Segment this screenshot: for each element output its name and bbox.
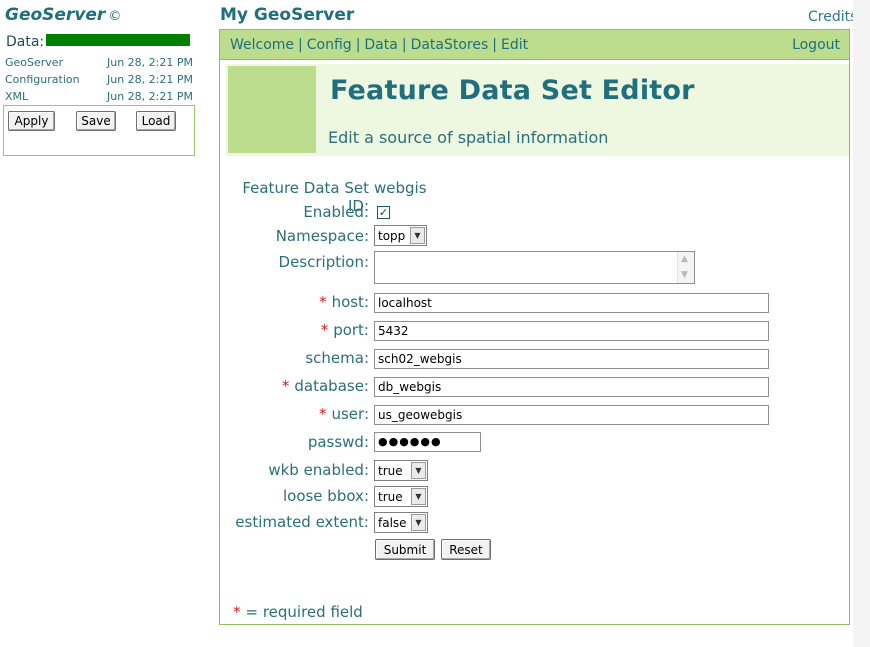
brand-mark-icon: © <box>108 9 122 24</box>
brand-logo[interactable]: GeoServer © <box>5 5 121 25</box>
credits-link[interactable]: Credits <box>808 9 857 25</box>
scroll-down-icon: ▼ <box>681 270 688 280</box>
load-button[interactable]: Load <box>136 111 176 131</box>
brand-name: GeoServer <box>5 5 106 25</box>
submit-button[interactable]: Submit <box>375 539 435 560</box>
enabled-label: Enabled: <box>303 203 369 221</box>
wkb-enabled-value: true <box>378 464 403 478</box>
host-label-text: host: <box>331 293 369 311</box>
nav-edit[interactable]: Edit <box>501 37 528 53</box>
data-status-bar <box>46 34 190 46</box>
nav-data[interactable]: Data <box>364 37 397 53</box>
apply-button[interactable]: Apply <box>8 111 55 131</box>
user-input[interactable]: us_geowebgis <box>374 405 769 425</box>
namespace-value: topp <box>378 229 406 243</box>
description-textarea[interactable]: ▲ ▼ <box>374 251 695 284</box>
save-button[interactable]: Save <box>76 111 116 131</box>
nav-welcome[interactable]: Welcome <box>230 37 294 53</box>
nav-separator: | <box>355 37 361 53</box>
logout-link[interactable]: Logout <box>792 37 840 53</box>
editor-title: Feature Data Set Editor <box>330 75 695 106</box>
description-scrollbar[interactable]: ▲ ▼ <box>677 252 694 283</box>
required-asterisk: * <box>233 603 241 621</box>
page-scrollbar[interactable] <box>853 0 870 647</box>
user-label-text: user: <box>331 405 369 423</box>
wkb-enabled-select[interactable]: true ▼ <box>374 460 428 481</box>
schema-input[interactable]: sch02_webgis <box>374 349 769 369</box>
status-name: Configuration <box>5 73 80 86</box>
nav-separator: | <box>492 37 498 53</box>
chevron-down-icon: ▼ <box>411 462 426 479</box>
enabled-checkbox[interactable]: ✓ <box>377 206 390 219</box>
host-label: * host: <box>220 293 369 311</box>
namespace-select[interactable]: topp ▼ <box>374 225 427 246</box>
database-label: * database: <box>220 377 369 395</box>
estimated-extent-select[interactable]: false ▼ <box>374 512 428 533</box>
status-name: XML <box>5 90 29 103</box>
editor-subtitle: Edit a source of spatial information <box>328 128 609 147</box>
loose-bbox-label: loose bbox: <box>282 487 369 505</box>
status-name: GeoServer <box>5 56 64 69</box>
user-label: * user: <box>220 405 369 423</box>
required-field-note: * = required field <box>233 603 363 621</box>
port-input[interactable]: 5432 <box>374 321 769 341</box>
required-asterisk: * <box>281 377 290 395</box>
check-icon: ✓ <box>378 206 389 219</box>
required-asterisk: * <box>319 293 327 311</box>
config-actions-box: Apply Save Load <box>3 105 195 156</box>
database-input[interactable]: db_webgis <box>374 377 769 397</box>
page-title: My GeoServer <box>220 5 355 25</box>
data-label: Data: <box>6 34 45 50</box>
loose-bbox-value: true <box>378 490 403 504</box>
nav-links: Welcome | Config | Data | DataStores | Edit <box>230 37 528 53</box>
status-time: Jun 28, 2:21 PM <box>107 90 193 103</box>
schema-label: schema: <box>305 349 369 367</box>
wkb-enabled-label: wkb enabled: <box>268 461 369 479</box>
password-input[interactable]: ●●●●●● <box>374 432 481 452</box>
status-time: Jun 28, 2:21 PM <box>107 73 193 86</box>
nav-config[interactable]: Config <box>307 37 352 53</box>
loose-bbox-select[interactable]: true ▼ <box>374 486 428 507</box>
chevron-down-icon: ▼ <box>411 514 426 531</box>
sidebar: GeoServer © Data: GeoServer Jun 28, 2:21 … <box>0 0 205 647</box>
status-row-geoserver: GeoServer Jun 28, 2:21 PM <box>5 56 193 69</box>
estimated-extent-label: estimated extent: <box>235 513 369 531</box>
description-label: Description: <box>278 253 369 271</box>
reset-button[interactable]: Reset <box>441 539 491 560</box>
chevron-down-icon: ▼ <box>411 488 426 505</box>
header-accent-block <box>228 66 316 153</box>
estimated-extent-value: false <box>378 516 407 530</box>
top-nav: Welcome | Config | Data | DataStores | Edit Logo… <box>220 30 849 60</box>
status-row-xml: XML Jun 28, 2:21 PM <box>5 90 193 103</box>
required-asterisk: * <box>320 321 329 339</box>
namespace-label: Namespace: <box>275 227 369 245</box>
status-time: Jun 28, 2:21 PM <box>107 56 193 69</box>
chevron-down-icon: ▼ <box>410 227 425 244</box>
database-label-text: database: <box>294 377 369 395</box>
required-asterisk: * <box>318 405 327 423</box>
host-input[interactable]: localhost <box>374 293 769 313</box>
passwd-label: passwd: <box>307 433 369 451</box>
port-label-text: port: <box>333 321 369 339</box>
required-note-text: = required field <box>245 603 363 621</box>
main-panel: Welcome | Config | Data | DataStores | Edit Logo… <box>219 29 850 625</box>
page-header: Feature Data Set Editor Edit a source of… <box>226 64 849 156</box>
nav-datastores[interactable]: DataStores <box>411 37 489 53</box>
dataset-id-value: webgis <box>374 179 427 197</box>
port-label: * port: <box>220 321 369 339</box>
status-row-configuration: Configuration Jun 28, 2:21 PM <box>5 73 193 86</box>
scroll-up-icon: ▲ <box>681 254 688 264</box>
nav-separator: | <box>298 37 303 53</box>
nav-separator: | <box>401 37 407 53</box>
